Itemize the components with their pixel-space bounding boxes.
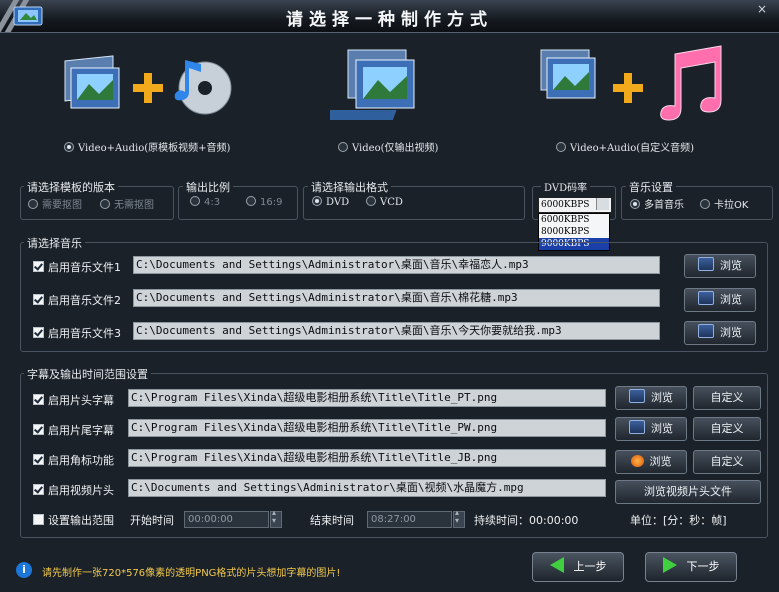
- arrow-left-icon: [549, 557, 564, 573]
- arrow-right-icon: [662, 557, 677, 573]
- radio-icon[interactable]: [64, 142, 74, 152]
- intro-video-path[interactable]: C:\Documents and Settings\Administrator\…: [128, 479, 606, 497]
- option-ratio-16-9[interactable]: 16:9: [246, 196, 282, 208]
- checkbox-icon[interactable]: [33, 394, 44, 405]
- option-vcd[interactable]: VCD: [366, 196, 403, 208]
- next-step-button[interactable]: 下一步: [645, 552, 737, 582]
- radio-icon[interactable]: [100, 199, 110, 209]
- music-section-label: 请选择音乐: [24, 235, 85, 251]
- music-file-2-toggle[interactable]: 启用音乐文件2: [33, 292, 121, 308]
- checkbox-icon[interactable]: [33, 424, 44, 435]
- mode-label: Video+Audio(自定义音频): [570, 143, 695, 154]
- subtitle-section-label: 字幕及输出时间范围设置: [24, 366, 151, 382]
- checkbox-icon[interactable]: [33, 514, 44, 525]
- bitrate-option[interactable]: 8000KBPS: [539, 226, 609, 238]
- option-multi-music[interactable]: 多首音乐: [630, 196, 684, 211]
- option-no-matting[interactable]: 无需抠图: [100, 196, 154, 211]
- start-time-input[interactable]: 00:00:00: [184, 511, 269, 528]
- intro-video-toggle[interactable]: 启用视频片头: [33, 482, 114, 498]
- checkbox-icon[interactable]: [33, 294, 44, 305]
- checkbox-icon[interactable]: [33, 454, 44, 465]
- end-time-input[interactable]: 08:27:00: [367, 511, 452, 528]
- mode-radio-video-only[interactable]: Video(仅输出视频): [338, 139, 438, 154]
- subtitle-head-path[interactable]: C:\Program Files\Xinda\超级电影相册系统\Title\Ti…: [128, 389, 606, 407]
- radio-icon[interactable]: [630, 199, 640, 209]
- music-setting-label: 音乐设置: [626, 179, 676, 195]
- option-ratio-4-3[interactable]: 4:3: [190, 196, 220, 208]
- film-icon: [698, 257, 714, 271]
- option-karaoke[interactable]: 卡拉OK: [700, 196, 748, 211]
- aspect-ratio-label: 输出比例: [183, 179, 233, 195]
- mode-label: Video(仅输出视频): [352, 143, 439, 154]
- window-title: 请选择一种制作方式: [286, 10, 493, 30]
- template-version-label: 请选择模板的版本: [24, 179, 118, 195]
- dropdown-arrow-icon[interactable]: [596, 198, 609, 210]
- title-bar: 请选择一种制作方式 ×: [0, 0, 779, 33]
- hint-text: 请先制作一张720*576像素的透明PNG格式的片头想加字幕的图片!: [42, 568, 341, 579]
- music-file-1-path[interactable]: C:\Documents and Settings\Administrator\…: [133, 256, 660, 274]
- start-time-spinner-icon[interactable]: [270, 508, 282, 528]
- mode-radio-video-audio-template[interactable]: Video+Audio(原模板视频+音频): [64, 139, 230, 154]
- radio-icon[interactable]: [312, 196, 322, 206]
- video-stack-icon: [320, 49, 415, 120]
- orange-badge-icon: [630, 455, 644, 467]
- music-file-1-toggle[interactable]: 启用音乐文件1: [33, 259, 121, 275]
- corner-logo-custom-button[interactable]: 自定义: [693, 450, 761, 474]
- music-file-3-browse-button[interactable]: 浏览: [684, 321, 756, 345]
- bitrate-option[interactable]: 6000KBPS: [539, 214, 609, 226]
- film-icon: [629, 420, 645, 434]
- radio-icon[interactable]: [246, 196, 256, 206]
- radio-icon[interactable]: [366, 196, 376, 206]
- subtitle-tail-browse-button[interactable]: 浏览: [615, 417, 687, 441]
- close-icon[interactable]: ×: [752, 2, 772, 16]
- checkbox-icon[interactable]: [33, 484, 44, 495]
- corner-logo-path[interactable]: C:\Program Files\Xinda\超级电影相册系统\Title\Ti…: [128, 449, 606, 467]
- radio-icon[interactable]: [28, 199, 38, 209]
- checkbox-icon[interactable]: [33, 261, 44, 272]
- subtitle-head-toggle[interactable]: 启用片头字幕: [33, 392, 114, 408]
- unit-text: 单位：[分：秒：帧]: [630, 514, 727, 527]
- music-file-1-browse-button[interactable]: 浏览: [684, 254, 756, 278]
- mode-label: Video+Audio(原模板视频+音频): [78, 143, 231, 154]
- output-format-label: 请选择输出格式: [308, 179, 391, 195]
- corner-logo-browse-button[interactable]: 浏览: [615, 450, 687, 474]
- radio-icon[interactable]: [190, 196, 200, 206]
- music-file-2-browse-button[interactable]: 浏览: [684, 288, 756, 312]
- option-dvd[interactable]: DVD: [312, 196, 349, 208]
- video-plus-music-note-icon: [540, 45, 722, 121]
- end-time-spinner-icon[interactable]: [453, 508, 465, 528]
- start-time-label: 开始时间: [130, 514, 174, 527]
- music-file-3-path[interactable]: C:\Documents and Settings\Administrator\…: [133, 322, 660, 340]
- subtitle-head-browse-button[interactable]: 浏览: [615, 386, 687, 410]
- previous-step-button[interactable]: 上一步: [532, 552, 624, 582]
- music-file-2-path[interactable]: C:\Documents and Settings\Administrator\…: [133, 289, 660, 307]
- radio-icon[interactable]: [700, 199, 710, 209]
- checkbox-icon[interactable]: [33, 327, 44, 338]
- film-icon: [629, 389, 645, 403]
- film-icon: [698, 291, 714, 305]
- end-time-label: 结束时间: [310, 514, 354, 527]
- output-range-toggle[interactable]: 设置输出范围: [33, 512, 114, 528]
- corner-logo-toggle[interactable]: 启用角标功能: [33, 452, 114, 468]
- subtitle-tail-toggle[interactable]: 启用片尾字幕: [33, 422, 114, 438]
- video-plus-cd-icon: [64, 55, 232, 115]
- mode-radio-video-custom-audio[interactable]: Video+Audio(自定义音频): [556, 139, 694, 154]
- duration-text: 持续时间：00:00:00: [474, 514, 579, 527]
- dvd-bitrate-label: DVD码率: [541, 179, 591, 194]
- option-need-matting[interactable]: 需要抠图: [28, 196, 82, 211]
- film-icon: [698, 324, 714, 338]
- subtitle-tail-path[interactable]: C:\Program Files\Xinda\超级电影相册系统\Title\Ti…: [128, 419, 606, 437]
- music-file-3-toggle[interactable]: 启用音乐文件3: [33, 325, 121, 341]
- subtitle-head-custom-button[interactable]: 自定义: [693, 386, 761, 410]
- radio-icon[interactable]: [338, 142, 348, 152]
- info-icon: i: [16, 562, 32, 578]
- radio-icon[interactable]: [556, 142, 566, 152]
- subtitle-tail-custom-button[interactable]: 自定义: [693, 417, 761, 441]
- intro-video-browse-button[interactable]: 浏览视频片头文件: [615, 480, 761, 504]
